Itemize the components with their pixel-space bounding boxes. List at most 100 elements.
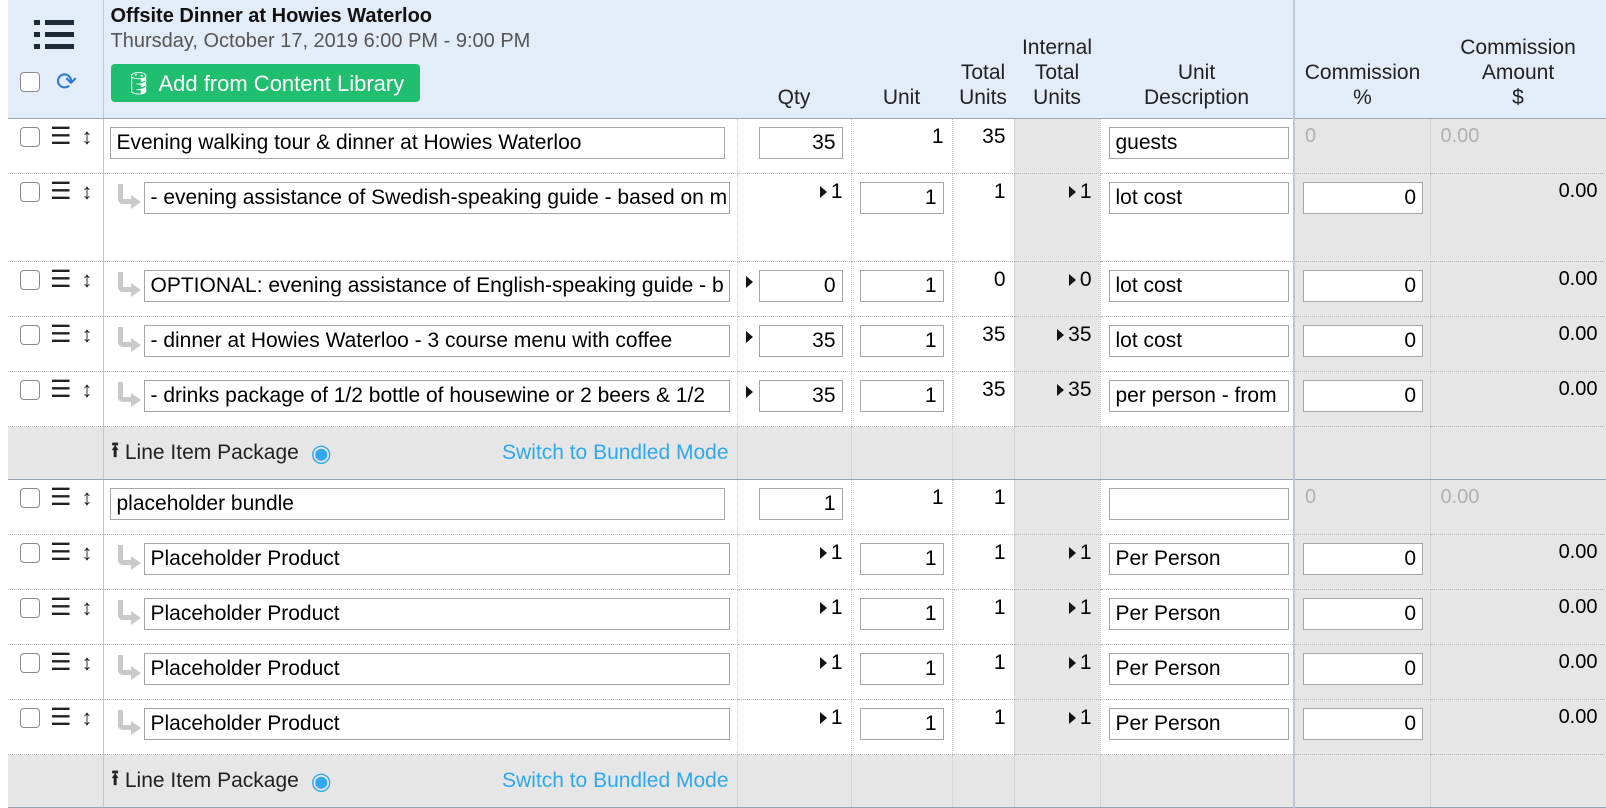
unit-input[interactable]: 1: [859, 543, 944, 575]
description-input[interactable]: Evening walking tour & dinner at Howies …: [109, 127, 725, 159]
row-checkbox[interactable]: [20, 325, 40, 345]
description-input[interactable]: OPTIONAL: evening assistance of English-…: [143, 270, 730, 302]
expand-caret-icon[interactable]: [819, 186, 827, 198]
row-checkbox[interactable]: [20, 270, 40, 290]
commission-pct-input[interactable]: 0: [1303, 543, 1423, 575]
unit-input[interactable]: 1: [859, 708, 944, 740]
unit-description-input[interactable]: lot cost: [1108, 182, 1289, 214]
row-menu-icon[interactable]: ☰: [50, 486, 72, 510]
expand-caret-icon[interactable]: [819, 547, 827, 559]
internal-value: 1: [1079, 651, 1092, 674]
unit-description-input[interactable]: Per Person: [1108, 598, 1289, 630]
row-checkbox[interactable]: [20, 598, 40, 618]
expand-caret-icon[interactable]: [819, 602, 827, 614]
row-menu-icon[interactable]: ☰: [50, 268, 72, 292]
eye-icon[interactable]: ◉: [311, 439, 332, 468]
internal-total-units: 1: [1014, 534, 1101, 590]
qty-input[interactable]: 1: [758, 488, 843, 520]
unit-description-input[interactable]: [1108, 488, 1289, 520]
commission-pct-input[interactable]: 0: [1303, 598, 1423, 630]
drag-handle-icon[interactable]: ↕: [82, 324, 93, 346]
commission-pct-input[interactable]: 0: [1303, 270, 1423, 302]
drag-handle-icon[interactable]: ↕: [82, 269, 93, 291]
commission-pct-input[interactable]: 0: [1303, 653, 1423, 685]
unit-input[interactable]: 1: [859, 182, 944, 214]
description-input[interactable]: Placeholder Product: [143, 653, 730, 685]
expand-caret-icon[interactable]: [1068, 186, 1076, 198]
unit-description-input[interactable]: guests: [1108, 127, 1289, 159]
commission-pct-input[interactable]: 0: [1303, 325, 1423, 357]
unit-description-input[interactable]: lot cost: [1108, 270, 1289, 302]
expand-caret-icon[interactable]: [745, 386, 753, 398]
row-checkbox[interactable]: [20, 653, 40, 673]
description-input[interactable]: Placeholder Product: [143, 543, 730, 575]
expand-caret-icon[interactable]: [1068, 602, 1076, 614]
drag-handle-icon[interactable]: ↕: [82, 181, 93, 203]
drag-handle-icon[interactable]: ↕: [82, 126, 93, 148]
unit-input[interactable]: 1: [859, 380, 944, 412]
row-menu-icon[interactable]: ☰: [50, 596, 72, 620]
qty-input[interactable]: 35: [758, 325, 843, 357]
list-menu-icon[interactable]: [34, 20, 74, 56]
eye-icon[interactable]: ◉: [311, 767, 332, 796]
qty-input[interactable]: 35: [758, 380, 843, 412]
drag-handle-icon[interactable]: ↕: [82, 487, 93, 509]
description-input[interactable]: Placeholder Product: [143, 708, 730, 740]
row-checkbox[interactable]: [20, 708, 40, 728]
unit-input[interactable]: 1: [859, 598, 944, 630]
child-arrow-icon: [110, 598, 144, 626]
expand-caret-icon[interactable]: [745, 331, 753, 343]
unit-input[interactable]: 1: [859, 270, 944, 302]
switch-to-bundled-mode-link[interactable]: Switch to Bundled Mode: [502, 769, 728, 793]
expand-caret-icon[interactable]: [1057, 384, 1065, 396]
switch-to-bundled-mode-link[interactable]: Switch to Bundled Mode: [502, 441, 728, 465]
upload-icon: ⭱: [111, 766, 119, 790]
unit-input[interactable]: 1: [859, 325, 944, 357]
commission-pct-input[interactable]: 0: [1303, 182, 1423, 214]
row-menu-icon[interactable]: ☰: [50, 378, 72, 402]
col-internal-total-units: Internal Total Units: [1014, 0, 1100, 119]
drag-handle-icon[interactable]: ↕: [82, 379, 93, 401]
drag-handle-icon[interactable]: ↕: [82, 597, 93, 619]
expand-caret-icon[interactable]: [1057, 329, 1065, 341]
description-input[interactable]: - drinks package of 1/2 bottle of housew…: [143, 380, 730, 412]
expand-caret-icon[interactable]: [1068, 712, 1076, 724]
row-checkbox[interactable]: [20, 543, 40, 563]
description-input[interactable]: placeholder bundle: [109, 488, 725, 520]
commission-pct-input[interactable]: 0: [1303, 380, 1423, 412]
commission-pct-input[interactable]: 0: [1303, 708, 1423, 740]
row-checkbox[interactable]: [20, 127, 40, 147]
expand-caret-icon[interactable]: [1068, 657, 1076, 669]
refresh-icon[interactable]: ⟳: [56, 70, 77, 95]
add-from-content-library-button[interactable]: 🛢 Add from Content Library: [110, 64, 421, 102]
row-menu-icon[interactable]: ☰: [50, 541, 72, 565]
qty-input[interactable]: 0: [758, 270, 843, 302]
row-menu-icon[interactable]: ☰: [50, 125, 72, 149]
unit-description-input[interactable]: per person - from: [1108, 380, 1289, 412]
expand-caret-icon[interactable]: [819, 657, 827, 669]
description-input[interactable]: Placeholder Product: [143, 598, 730, 630]
row-menu-icon[interactable]: ☰: [50, 651, 72, 675]
expand-caret-icon[interactable]: [745, 276, 753, 288]
drag-handle-icon[interactable]: ↕: [82, 652, 93, 674]
description-input[interactable]: - dinner at Howies Waterloo - 3 course m…: [143, 325, 730, 357]
row-checkbox[interactable]: [20, 488, 40, 508]
select-all-checkbox[interactable]: [20, 72, 40, 92]
expand-caret-icon[interactable]: [819, 712, 827, 724]
expand-caret-icon[interactable]: [1068, 274, 1076, 286]
row-menu-icon[interactable]: ☰: [50, 706, 72, 730]
qty-input[interactable]: 35: [758, 127, 843, 159]
drag-handle-icon[interactable]: ↕: [82, 542, 93, 564]
expand-caret-icon[interactable]: [1068, 547, 1076, 559]
unit-description-input[interactable]: lot cost: [1108, 325, 1289, 357]
description-input[interactable]: - evening assistance of Swedish-speaking…: [143, 182, 730, 214]
row-menu-icon[interactable]: ☰: [50, 323, 72, 347]
unit-input[interactable]: 1: [859, 653, 944, 685]
unit-description-input[interactable]: Per Person: [1108, 653, 1289, 685]
row-checkbox[interactable]: [20, 380, 40, 400]
unit-description-input[interactable]: Per Person: [1108, 708, 1289, 740]
row-menu-icon[interactable]: ☰: [50, 180, 72, 204]
unit-description-input[interactable]: Per Person: [1108, 543, 1289, 575]
row-checkbox[interactable]: [20, 182, 40, 202]
drag-handle-icon[interactable]: ↕: [82, 707, 93, 729]
